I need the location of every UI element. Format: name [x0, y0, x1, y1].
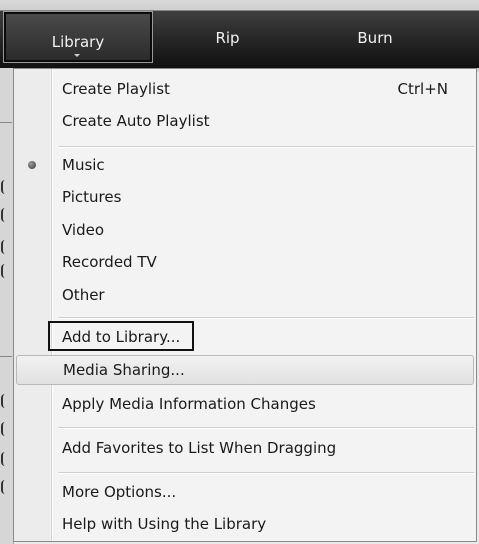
pane-fragment-icon [1, 422, 13, 436]
pane-fragment-icon [1, 480, 13, 494]
radio-selected-icon [28, 161, 36, 169]
menu-item-add-favorites-when-dragging[interactable]: Add Favorites to List When Dragging [14, 433, 476, 463]
tab-burn-label: Burn [357, 29, 393, 47]
menu-item-label: Add to Library... [48, 321, 195, 351]
menu-item-label: Create Auto Playlist [62, 112, 210, 130]
menu-item-label: More Options... [62, 483, 177, 501]
menu-item-label: Apply Media Information Changes [62, 395, 316, 413]
pane-fragment-icon [1, 452, 13, 466]
menu-item-label: Media Sharing... [63, 361, 185, 379]
menu-item-create-auto-playlist[interactable]: Create Auto Playlist [14, 106, 476, 136]
menu-item-label: Recorded TV [62, 253, 157, 271]
menu-separator [58, 146, 474, 147]
tab-rip-label: Rip [215, 29, 240, 47]
chevron-down-icon [74, 54, 80, 57]
menu-item-label: Add Favorites to List When Dragging [62, 439, 337, 457]
menu-item-label: Music [62, 156, 105, 174]
toolbar: Library Rip Burn [0, 0, 479, 72]
pane-fragment-icon [1, 208, 13, 222]
pane-fragment-icon [1, 264, 13, 278]
library-menu: Create Playlist Ctrl+N Create Auto Playl… [13, 68, 477, 542]
menu-separator [58, 472, 474, 473]
menu-item-label: Other [62, 286, 105, 304]
pane-divider [0, 122, 12, 123]
tab-library[interactable]: Library [3, 11, 153, 63]
menu-item-video[interactable]: Video [14, 215, 476, 245]
menu-item-label: Help with Using the Library [62, 515, 267, 533]
menu-item-label: Video [62, 221, 105, 239]
tab-rip[interactable]: Rip [175, 16, 280, 60]
menu-item-apply-media-information-changes[interactable]: Apply Media Information Changes [14, 389, 476, 419]
tab-burn[interactable]: Burn [320, 16, 430, 60]
menu-item-music[interactable]: Music [14, 150, 476, 180]
menu-item-help-with-library[interactable]: Help with Using the Library [14, 509, 476, 539]
menu-item-recorded-tv[interactable]: Recorded TV [14, 247, 476, 277]
menu-separator [58, 317, 474, 318]
shortcut-text: Ctrl+N [397, 80, 448, 98]
menu-separator [58, 427, 474, 428]
menu-item-add-to-library[interactable]: Add to Library... [14, 321, 476, 351]
pane-fragment-icon [1, 180, 13, 194]
menu-item-pictures[interactable]: Pictures [14, 182, 476, 212]
background-pane [0, 68, 14, 544]
tab-library-label: Library [51, 33, 105, 51]
menu-item-media-sharing[interactable]: Media Sharing... [16, 355, 474, 385]
menu-item-create-playlist[interactable]: Create Playlist Ctrl+N [14, 74, 476, 104]
pane-divider [0, 356, 12, 357]
menu-item-label: Create Playlist [62, 80, 170, 98]
menu-item-other[interactable]: Other [14, 280, 476, 310]
menu-item-more-options[interactable]: More Options... [14, 477, 476, 507]
pane-fragment-icon [1, 240, 13, 254]
pane-fragment-icon [1, 394, 13, 408]
menu-item-label: Pictures [62, 188, 122, 206]
